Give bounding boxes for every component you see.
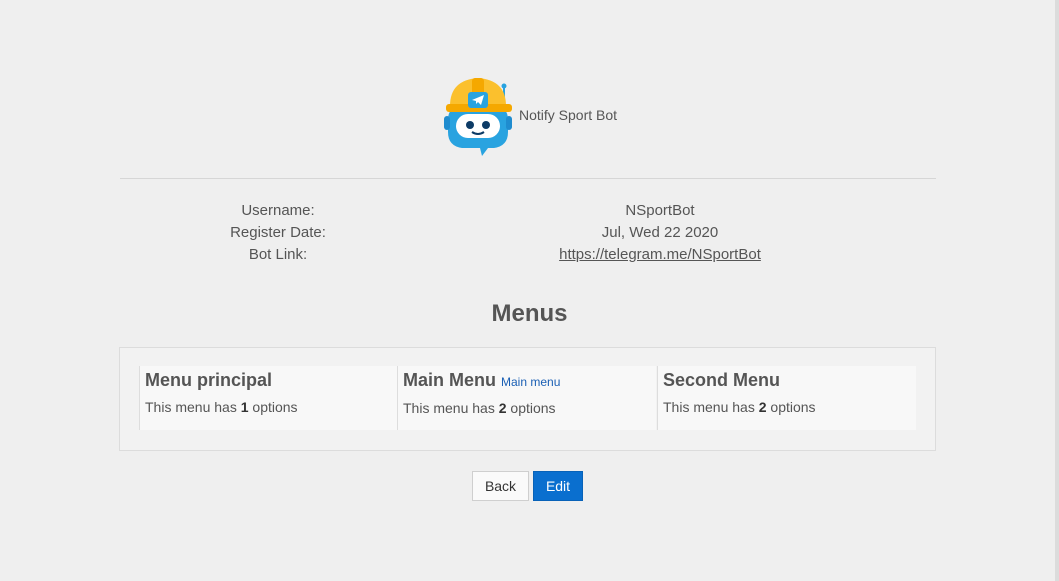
menu-name: Main Menu xyxy=(403,370,496,390)
menu-desc-suffix: options xyxy=(248,399,298,415)
edit-button[interactable]: Edit xyxy=(533,471,583,501)
menu-option-count: 1 xyxy=(240,399,249,415)
menu-card[interactable]: Menu principal This menu has 1 options xyxy=(139,366,397,430)
menu-description: This menu has 1 options xyxy=(145,399,298,415)
menus-title: Menus xyxy=(491,300,568,327)
username-label: Username: xyxy=(241,202,315,219)
menu-desc-prefix: This menu has xyxy=(663,399,759,415)
info-row-register-date: Register Date: Jul, Wed 22 2020 xyxy=(120,224,936,246)
register-date-value: Jul, Wed 22 2020 xyxy=(601,224,719,241)
info-row-username: Username: NSportBot xyxy=(120,202,936,224)
menu-card[interactable]: Main Menu Main menu This menu has 2 opti… xyxy=(397,366,656,430)
register-date-label: Register Date: xyxy=(230,224,326,241)
bot-link-value-wrap: https://telegram.me/NSportBot xyxy=(436,246,884,263)
menu-desc-suffix: options xyxy=(506,400,556,416)
menu-card[interactable]: Second Menu This menu has 2 options xyxy=(657,366,916,430)
menu-option-count: 2 xyxy=(758,399,767,415)
menu-title: Main Menu Main menu xyxy=(403,370,560,391)
bot-link-label: Bot Link: xyxy=(248,246,308,263)
menu-subtitle: Main menu xyxy=(501,375,561,389)
menu-title: Second Menu xyxy=(663,370,780,391)
bot-name: Notify Sport Bot xyxy=(519,107,618,123)
menu-name: Second Menu xyxy=(663,370,781,390)
robot-helmet-telegram-icon xyxy=(442,76,514,158)
bot-link[interactable]: https://telegram.me/NSportBot xyxy=(559,246,761,263)
menu-desc-prefix: This menu has xyxy=(145,399,241,415)
menu-desc-prefix: This menu has xyxy=(403,400,499,416)
back-button[interactable]: Back xyxy=(472,471,529,501)
menu-title: Menu principal xyxy=(145,370,272,391)
menu-description: This menu has 2 options xyxy=(663,399,816,415)
bot-header: Notify Sport Bot xyxy=(0,76,1059,158)
menus-panel: Menu principal This menu has 1 options M… xyxy=(119,347,936,451)
header-divider xyxy=(120,178,936,179)
menu-name: Menu principal xyxy=(145,370,273,390)
menu-desc-suffix: options xyxy=(766,399,816,415)
menu-description: This menu has 2 options xyxy=(403,400,556,416)
menu-option-count: 2 xyxy=(498,400,507,416)
username-value: NSportBot xyxy=(625,202,695,219)
info-row-bot-link: Bot Link: https://telegram.me/NSportBot xyxy=(120,246,936,268)
